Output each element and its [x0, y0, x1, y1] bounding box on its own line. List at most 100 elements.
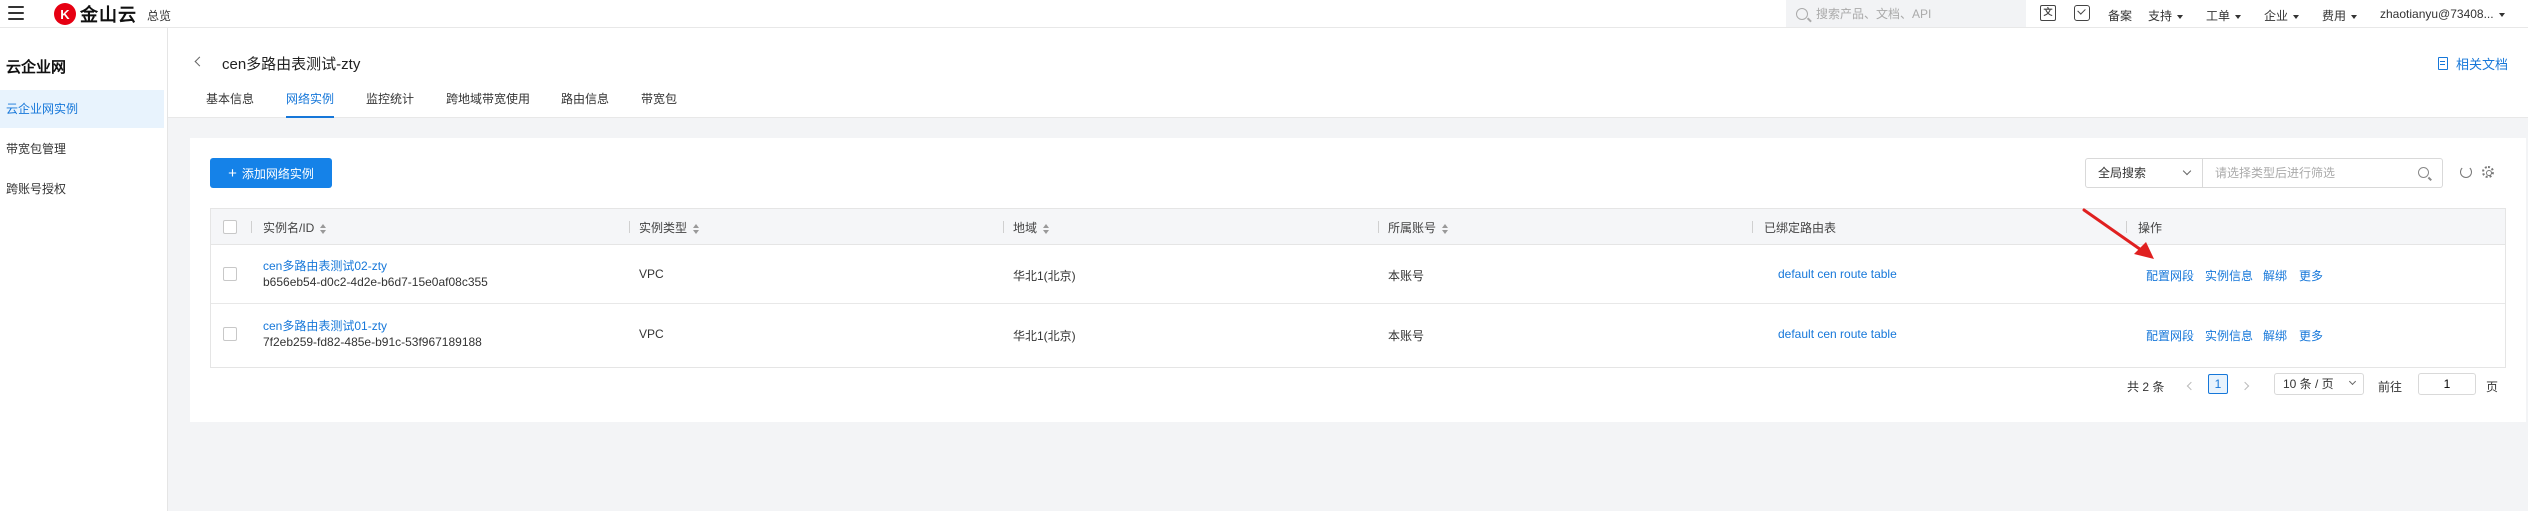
tab-basic-info[interactable]: 基本信息 — [206, 90, 254, 118]
search-scope-select[interactable]: 全局搜索 — [2085, 158, 2203, 188]
more-button[interactable]: 更多 — [2299, 267, 2323, 284]
instance-account: 本账号 — [1388, 269, 1425, 283]
logo-icon: K — [54, 3, 76, 25]
logo-text: 金山云 — [80, 5, 137, 25]
configure-cidr-button[interactable]: 配置网段 — [2146, 327, 2194, 344]
page-size-value: 10 条 / 页 — [2283, 377, 2334, 391]
more-button[interactable]: 更多 — [2299, 327, 2323, 344]
instance-region: 华北1(北京) — [1013, 329, 1076, 343]
instance-type: VPC — [639, 327, 664, 341]
row-checkbox[interactable] — [223, 327, 237, 341]
related-docs-link[interactable]: 相关文档 — [2438, 54, 2508, 73]
chevron-down-icon — [2177, 14, 2184, 19]
goto-page-input[interactable] — [2418, 373, 2476, 395]
nav-enterprise[interactable]: 企业 — [2264, 7, 2300, 24]
nav-support[interactable]: 支持 — [2148, 7, 2184, 24]
pagination-total: 共 2 条 — [2127, 380, 2165, 394]
instance-name-link[interactable]: cen多路由表测试02-zty — [263, 257, 387, 274]
nav-filing[interactable]: 备案 — [2108, 7, 2132, 24]
nav-overview[interactable]: 总览 — [147, 7, 171, 24]
global-search[interactable] — [1786, 0, 2026, 27]
instance-id: 7f2eb259-fd82-485e-b91c-53f967189188 — [263, 335, 482, 349]
gear-icon[interactable] — [2482, 166, 2494, 178]
back-arrow-icon[interactable] — [194, 56, 205, 67]
column-header-type[interactable]: 实例类型 — [639, 219, 700, 236]
goto-label: 前往 — [2378, 380, 2403, 394]
instances-table: 实例名/ID 实例类型 地域 所属账号 已绑定路由表 操作 cen多路由表测试0… — [210, 208, 2506, 368]
search-icon[interactable] — [2418, 167, 2429, 178]
related-docs-label: 相关文档 — [2456, 57, 2509, 72]
route-table-link[interactable]: default cen route table — [1778, 267, 1897, 281]
tab-cross-region-bandwidth[interactable]: 跨地域带宽使用 — [446, 90, 530, 118]
nav-ticket[interactable]: 工单 — [2206, 7, 2242, 24]
column-header-region-label: 地域 — [1013, 221, 1038, 235]
table-header: 实例名/ID 实例类型 地域 所属账号 已绑定路由表 操作 — [211, 209, 2505, 245]
instance-name-link[interactable]: cen多路由表测试01-zty — [263, 317, 387, 334]
instance-type: VPC — [639, 267, 664, 281]
chevron-down-icon — [2293, 14, 2300, 19]
page-size-select[interactable]: 10 条 / 页 — [2274, 373, 2364, 395]
logo[interactable]: K 金山云 — [54, 1, 137, 27]
nav-billing-label: 费用 — [2322, 9, 2347, 23]
row-checkbox[interactable] — [223, 267, 237, 281]
tab-network-instances[interactable]: 网络实例 — [286, 90, 335, 118]
refresh-icon[interactable] — [2460, 166, 2472, 178]
column-header-name-label: 实例名/ID — [263, 221, 315, 235]
route-table-link[interactable]: default cen route table — [1778, 327, 1897, 341]
tab-monitoring[interactable]: 监控统计 — [366, 90, 414, 118]
column-header-type-label: 实例类型 — [639, 221, 688, 235]
add-network-instance-button[interactable]: + 添加网络实例 — [210, 158, 332, 188]
search-scope-value: 全局搜索 — [2098, 166, 2147, 180]
unbind-button[interactable]: 解绑 — [2263, 267, 2287, 284]
nav-enterprise-label: 企业 — [2264, 9, 2289, 23]
select-all-checkbox[interactable] — [223, 220, 237, 234]
chevron-down-icon — [2235, 14, 2242, 19]
message-icon[interactable] — [2074, 5, 2090, 21]
unbind-button[interactable]: 解绑 — [2263, 327, 2287, 344]
document-icon — [2438, 57, 2448, 70]
sidebar-item-cross-account-auth[interactable]: 跨账号授权 — [0, 170, 164, 208]
sort-icon — [693, 223, 700, 234]
column-header-actions: 操作 — [2138, 221, 2163, 235]
column-divider — [1378, 221, 1379, 233]
tab-bandwidth-package[interactable]: 带宽包 — [641, 90, 677, 118]
column-divider — [1752, 221, 1753, 233]
nav-support-label: 支持 — [2148, 9, 2173, 23]
search-icon — [1796, 7, 1808, 20]
column-header-name[interactable]: 实例名/ID — [263, 219, 327, 236]
sidebar-item-bandwidth-packages[interactable]: 带宽包管理 — [0, 130, 164, 168]
instance-region: 华北1(北京) — [1013, 269, 1076, 283]
table-row: cen多路由表测试02-zty b656eb54-d0c2-4d2e-b6d7-… — [211, 245, 2505, 304]
chevron-right-icon[interactable] — [2240, 381, 2250, 391]
chevron-down-icon — [2498, 12, 2505, 17]
instances-card: + 添加网络实例 全局搜索 实例名/ID 实例类型 地域 所属账号 已绑定路由表… — [190, 138, 2526, 422]
column-divider — [629, 221, 630, 233]
add-network-instance-label: 添加网络实例 — [241, 166, 314, 181]
global-search-input[interactable] — [1816, 6, 2016, 21]
column-header-account[interactable]: 所属账号 — [1388, 219, 1449, 236]
sort-icon — [1043, 223, 1050, 234]
chevron-left-icon[interactable] — [2186, 381, 2196, 391]
translate-icon[interactable]: 文 — [2040, 5, 2056, 21]
page-title: cen多路由表测试-zty — [222, 56, 361, 73]
filter-input[interactable] — [2203, 158, 2443, 188]
column-header-region[interactable]: 地域 — [1013, 219, 1050, 236]
sidebar-item-cen-instances[interactable]: 云企业网实例 — [0, 90, 164, 128]
sort-icon — [1442, 223, 1449, 234]
user-menu[interactable]: zhaotianyu@73408... — [2380, 7, 2505, 21]
user-name: zhaotianyu@73408... — [2380, 7, 2494, 21]
tab-route-info[interactable]: 路由信息 — [561, 90, 609, 118]
sidebar: 云企业网 云企业网实例 带宽包管理 跨账号授权 — [0, 28, 168, 511]
nav-billing[interactable]: 费用 — [2322, 7, 2358, 24]
column-divider — [251, 221, 252, 233]
column-header-route-table: 已绑定路由表 — [1764, 221, 1837, 235]
nav-ticket-label: 工单 — [2206, 9, 2231, 23]
pagination-page-current[interactable]: 1 — [2208, 374, 2228, 394]
instance-info-button[interactable]: 实例信息 — [2205, 267, 2253, 284]
configure-cidr-button[interactable]: 配置网段 — [2146, 267, 2194, 284]
menu-icon[interactable] — [8, 6, 24, 20]
column-divider — [2126, 221, 2127, 233]
instance-info-button[interactable]: 实例信息 — [2205, 327, 2253, 344]
column-header-account-label: 所属账号 — [1388, 221, 1437, 235]
table-row: cen多路由表测试01-zty 7f2eb259-fd82-485e-b91c-… — [211, 305, 2505, 364]
